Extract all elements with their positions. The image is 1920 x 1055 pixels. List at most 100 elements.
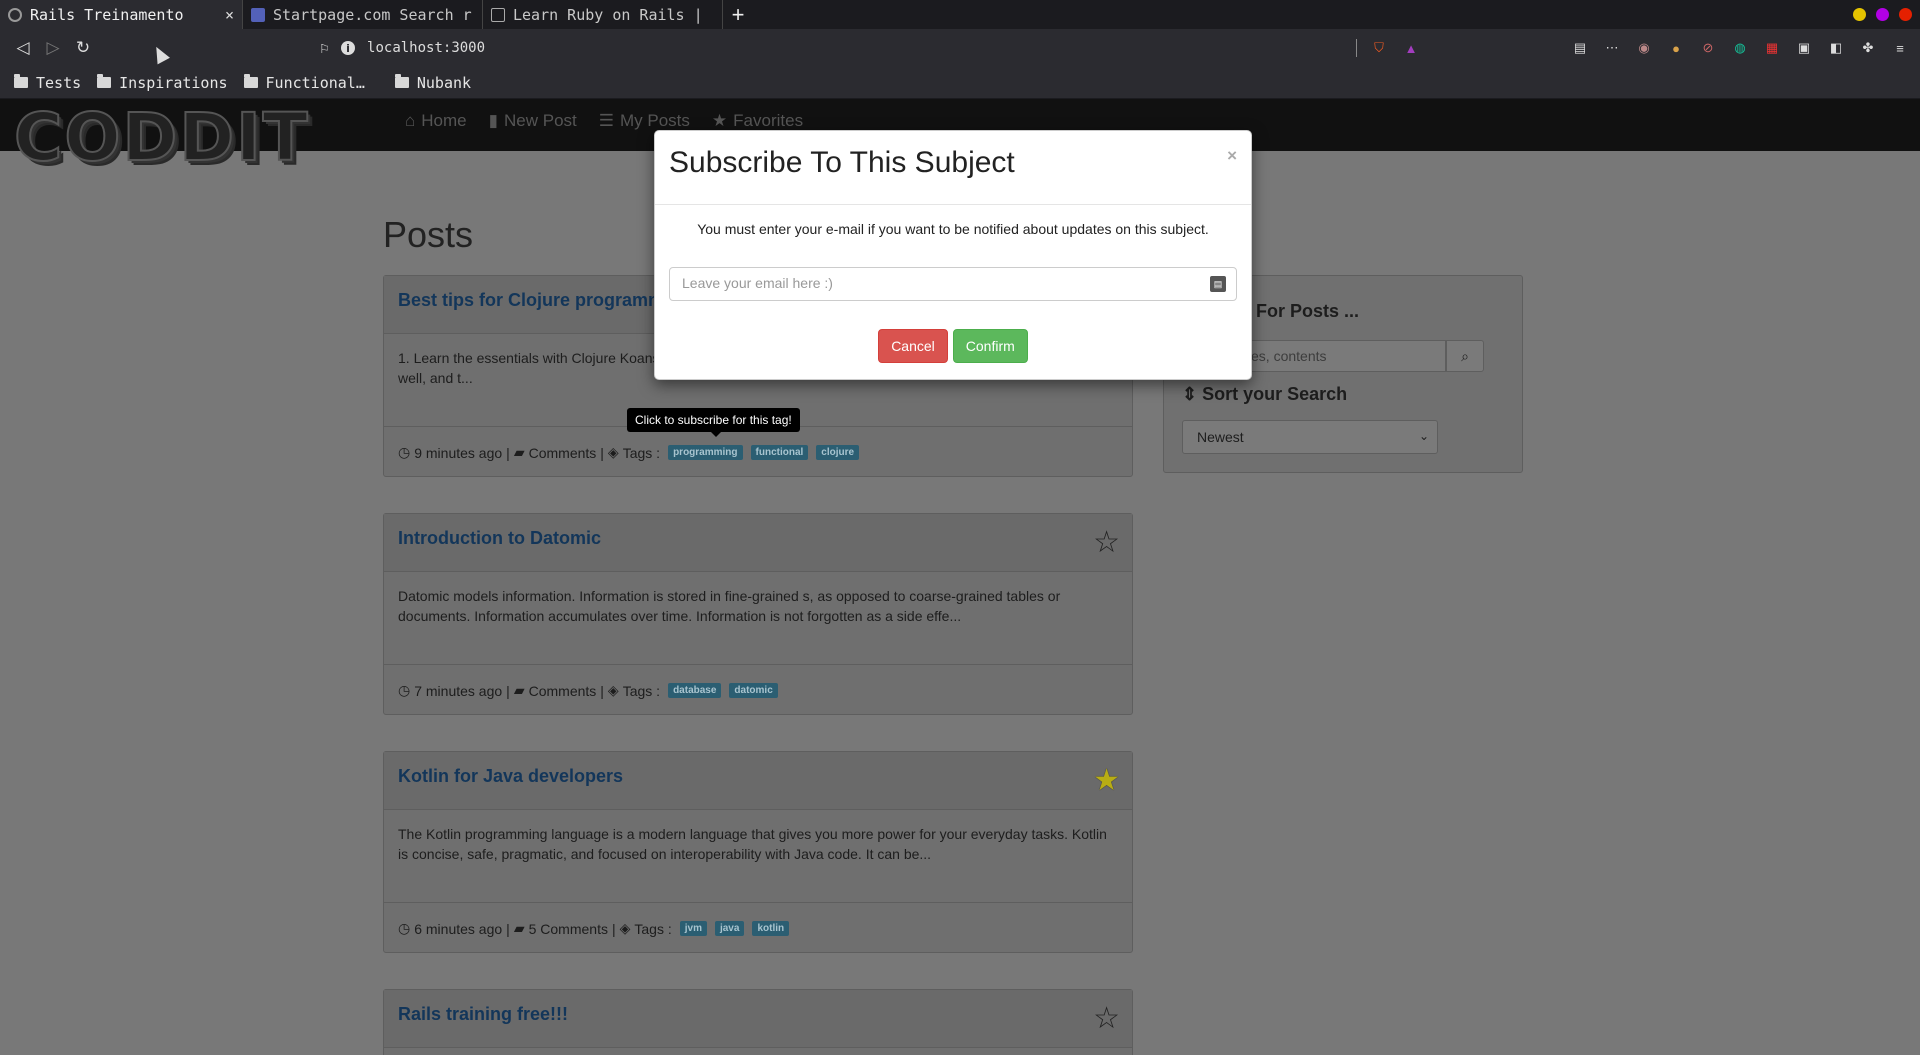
browser-shields: ⛉ ▲ — [1356, 38, 1421, 58]
cookie-extension-icon[interactable]: ● — [1666, 38, 1686, 58]
new-tab-button[interactable]: + — [723, 0, 753, 29]
nav-favorites[interactable]: ★ Favorites — [712, 111, 803, 131]
email-placeholder: Leave your email here :) — [682, 275, 833, 291]
search-input[interactable]: es, contents — [1240, 340, 1446, 372]
comments-link[interactable]: Comments — [529, 445, 597, 461]
menu-icon[interactable]: ≡ — [1890, 38, 1910, 58]
post-title-link[interactable]: Rails training free!!! — [398, 1004, 568, 1024]
close-icon[interactable]: × — [1227, 146, 1237, 166]
todo-extension-icon[interactable]: ▦ — [1762, 38, 1782, 58]
tab-learn-ruby[interactable]: Learn Ruby on Rails | — [483, 0, 723, 29]
star-icon: ★ — [711, 111, 728, 130]
favorite-star-icon[interactable]: ☆ — [1093, 528, 1120, 558]
tag-badge[interactable]: jvm — [679, 921, 707, 936]
tag-badge[interactable]: clojure — [816, 445, 860, 460]
email-field[interactable]: Leave your email here :) ▤ — [669, 267, 1237, 301]
autofill-icon[interactable]: ▤ — [1210, 276, 1226, 292]
divider: | — [506, 682, 510, 699]
close-tab-icon[interactable]: × — [225, 6, 234, 24]
nav-label: New Post — [504, 111, 577, 130]
rewards-icon[interactable]: ▲ — [1401, 38, 1421, 58]
tab-startpage[interactable]: Startpage.com Search r — [243, 0, 483, 29]
bookmark-page-icon[interactable]: ⚐ — [320, 39, 329, 57]
post-card: Kotlin for Java developers ★ The Kotlin … — [383, 751, 1133, 953]
search-button[interactable]: ⌕ — [1446, 340, 1484, 372]
bookmark-folder-tests[interactable]: Tests — [14, 74, 81, 92]
address-bar[interactable]: ⚐ i localhost:3000 — [320, 29, 485, 67]
tag-badge[interactable]: database — [668, 683, 722, 698]
post-header: Kotlin for Java developers ★ — [384, 752, 1132, 810]
chevron-down-icon: ⌄ — [1418, 429, 1429, 443]
tag-badge[interactable]: programming — [668, 445, 743, 460]
bookmark-label: Tests — [36, 73, 82, 92]
bookmarks-bar: Tests Inspirations Functional… Nubank — [0, 67, 1920, 99]
reader-extension-icon[interactable]: ◧ — [1826, 38, 1846, 58]
post-card: Introduction to Datomic ☆ Datomic models… — [383, 513, 1133, 715]
nav-home[interactable]: ⌂ Home — [405, 111, 467, 131]
post-header: Introduction to Datomic ☆ — [384, 514, 1132, 572]
modal-header: Subscribe To This Subject × — [655, 131, 1251, 205]
post-time: 9 minutes ago — [414, 444, 503, 461]
reload-icon[interactable]: ↻ — [68, 38, 98, 58]
comment-icon: ▰ — [513, 444, 525, 460]
folder-icon — [14, 74, 28, 88]
comments-link[interactable]: 5 Comments — [529, 921, 608, 937]
divider: | — [506, 444, 510, 461]
bookmark-folder-functional[interactable]: Functional… — [243, 74, 365, 92]
bookmark-folder-inspirations[interactable]: Inspirations — [97, 74, 228, 92]
post-title-link[interactable]: Introduction to Datomic — [398, 528, 601, 548]
tag-badge[interactable]: datomic — [729, 683, 778, 698]
calendar-extension-icon[interactable]: ▤ — [1570, 38, 1590, 58]
puzzle-icon[interactable]: ✤ — [1858, 38, 1878, 58]
favorite-star-icon[interactable]: ★ — [1093, 766, 1120, 796]
tab-title: Rails Treinamento — [30, 5, 184, 24]
tags-label: Tags : — [622, 682, 661, 699]
tag-badge[interactable]: kotlin — [752, 921, 790, 936]
folder-icon — [243, 74, 258, 88]
site-logo[interactable]: CODDIT — [13, 102, 310, 174]
post-card: Rails training free!!! ☆ — [383, 989, 1133, 1055]
clock-icon: ◷ — [398, 920, 411, 936]
confirm-button[interactable]: Confirm — [952, 329, 1028, 363]
divider: | — [600, 444, 604, 461]
post-title-link[interactable]: Kotlin for Java developers — [398, 766, 623, 786]
tab-rails-treinamento[interactable]: Rails Treinamento × — [0, 0, 243, 29]
comments-link[interactable]: Comments — [529, 683, 597, 699]
owl-extension-icon[interactable]: ◉ — [1634, 38, 1654, 58]
back-icon[interactable]: ◁ — [8, 38, 38, 58]
divider: | — [600, 682, 604, 699]
block-extension-icon[interactable]: ⊘ — [1698, 38, 1718, 58]
tag-tooltip: Click to subscribe for this tag! — [627, 408, 800, 437]
tag-badge[interactable]: java — [714, 921, 745, 936]
nav-new-post[interactable]: ▮ New Post — [489, 111, 577, 131]
sort-icon: ⇕ — [1182, 384, 1198, 404]
brave-shield-icon[interactable]: ⛉ — [1369, 38, 1389, 58]
site-info-icon[interactable]: i — [341, 41, 356, 55]
sort-heading-label: Sort your Search — [1202, 384, 1348, 404]
tag-badge[interactable]: functional — [750, 445, 809, 460]
modal-title: Subscribe To This Subject — [669, 146, 1015, 179]
dash-extension-icon[interactable]: ⋯ — [1602, 38, 1622, 58]
globe-icon — [8, 7, 22, 22]
sort-select[interactable]: Newest ⌄ — [1182, 420, 1438, 454]
tab-title: Learn Ruby on Rails | — [513, 5, 703, 24]
minimize-button[interactable] — [1853, 8, 1866, 21]
favorite-star-icon[interactable]: ☆ — [1093, 1004, 1120, 1034]
nav-my-posts[interactable]: ☰ My Posts — [599, 111, 690, 131]
maximize-button[interactable] — [1876, 8, 1889, 21]
folder-icon — [97, 74, 112, 88]
bookmark-label: Nubank — [416, 73, 472, 92]
modal-actions: Cancel Confirm — [655, 329, 1251, 363]
post-excerpt: Datomic models information. Information … — [398, 588, 1061, 624]
notes-extension-icon[interactable]: ▣ — [1794, 38, 1814, 58]
comment-icon: ▰ — [513, 920, 525, 936]
post-title-link[interactable]: Best tips for Clojure programm — [398, 290, 664, 310]
bookmark-folder-nubank[interactable]: Nubank — [394, 73, 472, 92]
cancel-button[interactable]: Cancel — [878, 329, 948, 363]
forward-icon[interactable]: ▷ — [38, 38, 68, 58]
startpage-icon — [251, 7, 265, 22]
clock-icon: ◷ — [398, 682, 411, 698]
close-window-button[interactable] — [1899, 8, 1912, 21]
comment-icon: ▰ — [513, 682, 525, 698]
grammarly-icon[interactable]: ◍ — [1730, 38, 1750, 58]
